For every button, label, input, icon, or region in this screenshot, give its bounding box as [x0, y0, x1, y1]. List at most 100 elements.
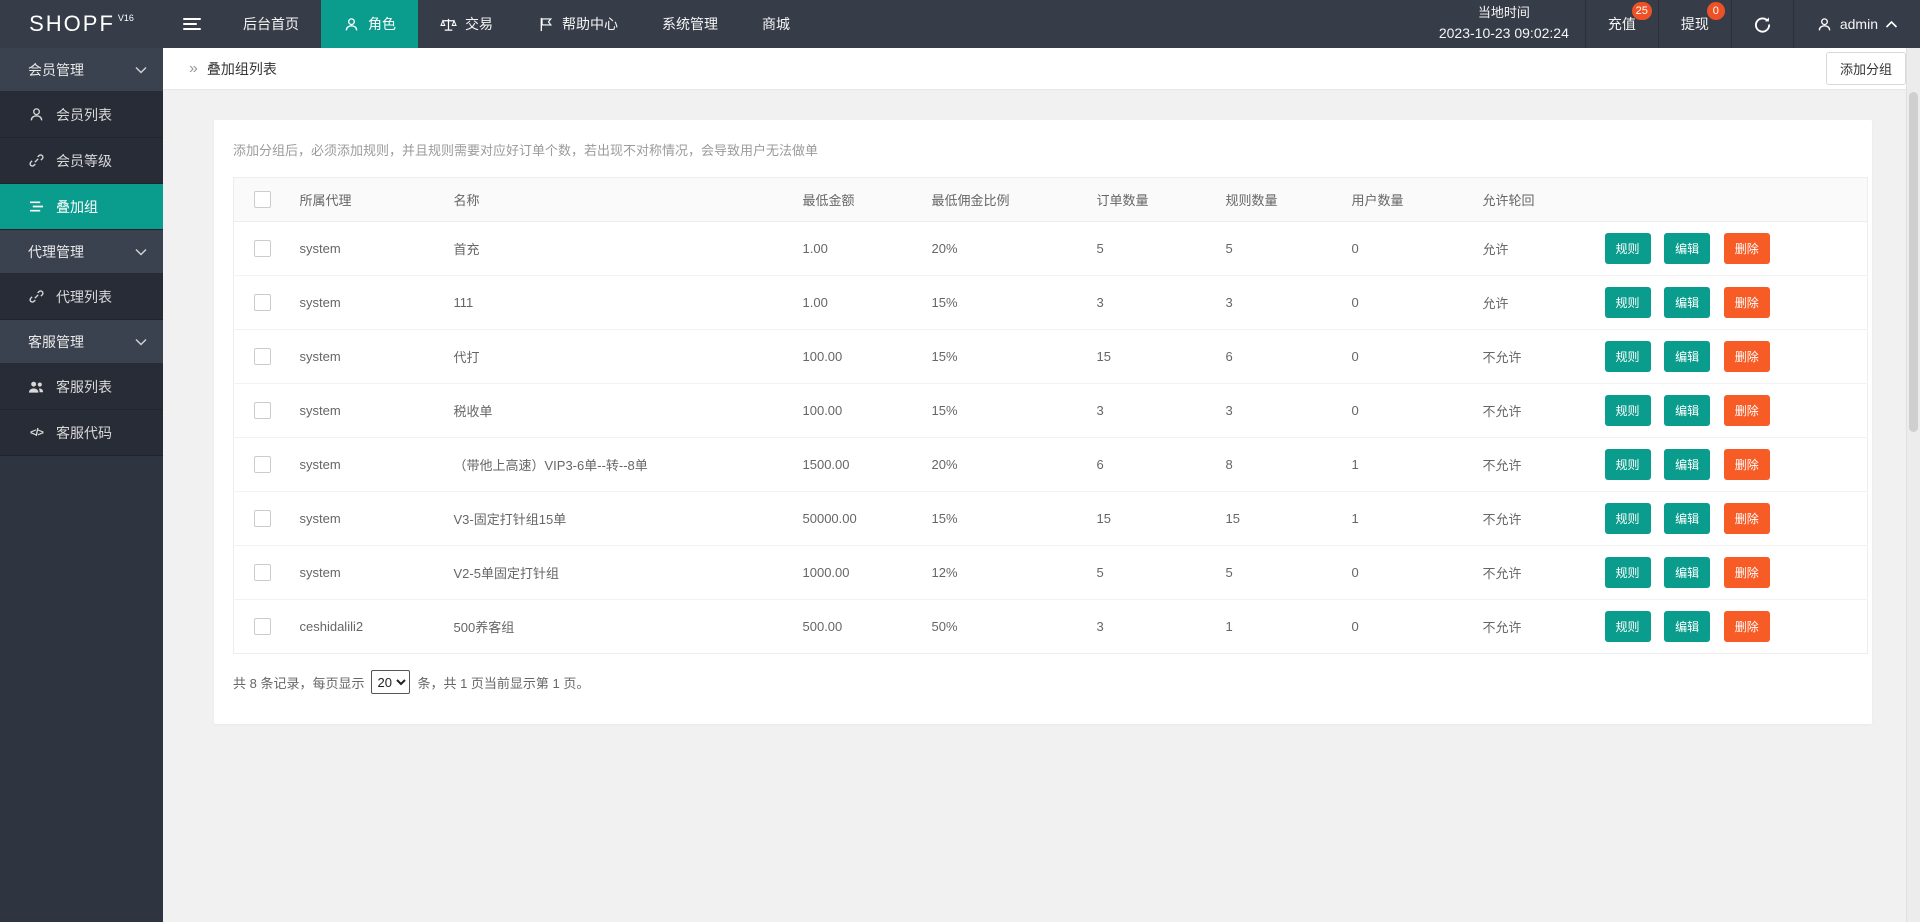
- select-all-checkbox[interactable]: [254, 191, 271, 209]
- delete-button[interactable]: 删除: [1723, 395, 1770, 427]
- user-icon: [28, 106, 45, 123]
- cell-commission: 50%: [931, 619, 958, 635]
- cell-loop: 不允许: [1462, 437, 1585, 493]
- cell-commission: 15%: [911, 491, 1077, 547]
- cell-users: 0: [1331, 545, 1463, 601]
- nav-item-mall[interactable]: 商城: [740, 0, 812, 48]
- chevron-up-icon: [1885, 20, 1898, 29]
- edit-button[interactable]: 编辑: [1664, 611, 1711, 643]
- withdraw-button[interactable]: 提现 0: [1657, 0, 1731, 48]
- cell-orders: 6: [1076, 437, 1206, 493]
- edit-button[interactable]: 编辑: [1664, 395, 1711, 427]
- chevron-down-icon: [135, 248, 147, 256]
- cell-rules: 15: [1205, 491, 1332, 547]
- rule-button[interactable]: 规则: [1604, 233, 1651, 265]
- cell-users: 0: [1331, 275, 1463, 331]
- sidebar-item-label: 会员列表: [56, 106, 112, 123]
- sidebar-group-members[interactable]: 会员管理: [0, 48, 163, 92]
- nav-item-dashboard[interactable]: 后台首页: [221, 0, 321, 48]
- cell-min-amount: 1.00: [782, 275, 912, 331]
- content-area: 添加分组后，必须添加规则，并且规则需要对应好订单个数，若出现不对称情况，会导致用…: [163, 90, 1920, 922]
- cell-users: 1: [1331, 491, 1463, 547]
- cell-commission: 20%: [911, 437, 1077, 493]
- rule-button[interactable]: 规则: [1604, 503, 1651, 535]
- column-header-loop: 允许轮回: [1462, 177, 1585, 223]
- cell-orders: 5: [1076, 221, 1206, 277]
- edit-button[interactable]: 编辑: [1664, 233, 1711, 265]
- sidebar-item-stack-group[interactable]: 叠加组: [0, 184, 163, 230]
- row-checkbox[interactable]: [254, 618, 271, 636]
- hamburger-icon: [183, 18, 201, 30]
- edit-button[interactable]: 编辑: [1664, 557, 1711, 589]
- edit-button[interactable]: 编辑: [1664, 449, 1711, 481]
- cell-name: 代打: [433, 329, 783, 385]
- edit-button[interactable]: 编辑: [1664, 503, 1711, 535]
- sidebar-item-member-list[interactable]: 会员列表: [0, 92, 163, 138]
- column-header-rules: 规则数量: [1205, 177, 1332, 223]
- cell-agent: system: [279, 221, 434, 277]
- recharge-button[interactable]: 充值 25: [1584, 0, 1658, 48]
- edit-button[interactable]: 编辑: [1664, 287, 1711, 319]
- sidebar-item-member-level[interactable]: 会员等级: [0, 138, 163, 184]
- cell-commission: 15%: [911, 329, 1077, 385]
- rule-button[interactable]: 规则: [1604, 395, 1651, 427]
- row-checkbox[interactable]: [254, 240, 271, 258]
- sidebar-toggle-button[interactable]: [163, 0, 221, 48]
- row-checkbox[interactable]: [254, 456, 271, 474]
- rule-button[interactable]: 规则: [1604, 287, 1651, 319]
- topbar: SHOPF V16 后台首页 角色 交易 帮助中心 系统管理 商城 当地时间 2…: [0, 0, 1920, 48]
- local-time-value: 2023-10-23 09:02:24: [1438, 25, 1569, 42]
- nav-item-roles[interactable]: 角色: [321, 0, 418, 48]
- nav-label: 交易: [465, 16, 493, 32]
- row-checkbox[interactable]: [254, 294, 271, 312]
- cell-orders: 15: [1076, 491, 1206, 547]
- group-label: 会员管理: [28, 61, 84, 78]
- row-checkbox[interactable]: [254, 564, 271, 582]
- cell-users: 0: [1351, 619, 1359, 635]
- username-label: admin: [1839, 16, 1878, 32]
- column-header-name: 名称: [433, 177, 783, 223]
- rule-button[interactable]: 规则: [1604, 611, 1651, 643]
- cell-orders: 3: [1076, 275, 1206, 331]
- cell-commission: 12%: [911, 545, 1077, 601]
- cell-loop: 允许: [1462, 275, 1585, 331]
- vertical-scrollbar[interactable]: [1906, 48, 1920, 922]
- cell-name: 500养客组: [453, 620, 515, 636]
- cell-loop: 不允许: [1462, 545, 1585, 601]
- sidebar-item-service-list[interactable]: 客服列表: [0, 364, 163, 410]
- per-page-select[interactable]: 20: [371, 670, 411, 695]
- scrollbar-thumb[interactable]: [1909, 92, 1918, 432]
- nav-item-help-center[interactable]: 帮助中心: [515, 0, 640, 48]
- delete-button[interactable]: 删除: [1723, 233, 1770, 265]
- nav-item-trade[interactable]: 交易: [418, 0, 515, 48]
- sidebar-group-service[interactable]: 客服管理: [0, 320, 163, 364]
- row-checkbox[interactable]: [254, 510, 271, 528]
- rule-button[interactable]: 规则: [1604, 341, 1651, 373]
- delete-button[interactable]: 删除: [1723, 611, 1770, 643]
- delete-button[interactable]: 删除: [1723, 287, 1770, 319]
- delete-button[interactable]: 删除: [1723, 557, 1770, 589]
- rule-button[interactable]: 规则: [1604, 557, 1651, 589]
- sidebar-item-agent-list[interactable]: 代理列表: [0, 274, 163, 320]
- column-header-users: 用户数量: [1331, 177, 1463, 223]
- sidebar-item-service-code[interactable]: </> 客服代码: [0, 410, 163, 456]
- add-group-button[interactable]: 添加分组: [1825, 52, 1906, 85]
- delete-button[interactable]: 删除: [1723, 341, 1770, 373]
- edit-button[interactable]: 编辑: [1664, 341, 1711, 373]
- rule-button[interactable]: 规则: [1604, 449, 1651, 481]
- group-label: 代理管理: [28, 243, 84, 260]
- cell-min-amount: 100.00: [782, 329, 912, 385]
- cell-name: （带他上高速）VIP3-6单--转--8单: [433, 437, 783, 493]
- cell-loop: 允许: [1462, 221, 1585, 277]
- delete-button[interactable]: 删除: [1723, 449, 1770, 481]
- refresh-button[interactable]: [1730, 0, 1793, 48]
- table-header-row: 所属代理 名称 最低金额 最低佣金比例 订单数量 规则数量 用户数量 允许轮回: [233, 177, 1868, 223]
- nav-item-system[interactable]: 系统管理: [640, 0, 740, 48]
- logo-text: SHOPF: [29, 11, 115, 36]
- user-menu[interactable]: admin: [1792, 0, 1920, 48]
- user-icon: [343, 16, 360, 33]
- delete-button[interactable]: 删除: [1723, 503, 1770, 535]
- row-checkbox[interactable]: [254, 348, 271, 366]
- sidebar-group-agents[interactable]: 代理管理: [0, 230, 163, 274]
- row-checkbox[interactable]: [254, 402, 271, 420]
